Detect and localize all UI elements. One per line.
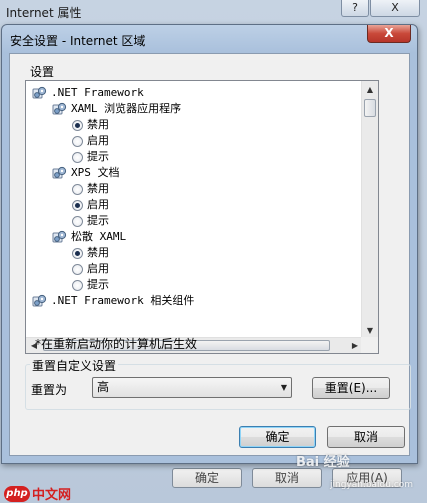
- radio-unselected-icon[interactable]: [72, 135, 83, 147]
- tree-option-8[interactable]: 提示: [72, 213, 109, 229]
- tree-item-label: 禁用: [87, 118, 109, 131]
- tree-category-1[interactable]: XAML 浏览器应用程序: [52, 101, 181, 117]
- php-watermark: php 中文网: [4, 484, 71, 503]
- radio-unselected-icon[interactable]: [72, 215, 83, 227]
- chevron-down-icon: ▼: [280, 383, 287, 392]
- tree-option-12[interactable]: 提示: [72, 277, 109, 293]
- tree-item-label: XAML 浏览器应用程序: [71, 102, 182, 115]
- dialog-title: 安全设置 - Internet 区域: [10, 34, 146, 48]
- tree-item-label: 松散 XAML: [71, 230, 127, 243]
- vertical-scroll-thumb[interactable]: [364, 99, 376, 117]
- ok-button[interactable]: 确定: [239, 426, 316, 448]
- reset-to-label: 重置为: [31, 383, 68, 397]
- reset-level-select[interactable]: 高 ▼: [92, 377, 292, 398]
- tree-option-4[interactable]: 提示: [72, 149, 109, 165]
- close-button[interactable]: X: [370, 0, 420, 17]
- tree-option-11[interactable]: 启用: [72, 261, 109, 277]
- tree-item-label: 启用: [87, 198, 109, 211]
- settings-listbox[interactable]: .NET Framework XAML 浏览器应用程序 禁用 启用 提示 XPS 文档 禁用…: [25, 80, 379, 354]
- tree-item-label: 启用: [87, 262, 109, 275]
- tree-item-label: 提示: [87, 150, 109, 163]
- tree-option-7[interactable]: 启用: [72, 197, 109, 213]
- reset-button[interactable]: 重置(E)...: [312, 377, 390, 399]
- tree-item-label: 启用: [87, 134, 109, 147]
- settings-gear-icon: [52, 230, 67, 244]
- scrollbar-corner: [361, 337, 378, 353]
- bg-cancel-button[interactable]: 取消: [252, 468, 322, 488]
- tree-item-label: XPS 文档: [71, 166, 120, 179]
- tree-item-label: 禁用: [87, 246, 109, 259]
- dialog-close-button[interactable]: X: [367, 25, 411, 43]
- tree-option-10[interactable]: 禁用: [72, 245, 109, 261]
- radio-unselected-icon[interactable]: [72, 263, 83, 275]
- bg-ok-button[interactable]: 确定: [172, 468, 242, 488]
- tree-option-2[interactable]: 禁用: [72, 117, 109, 133]
- baidu-watermark-url: jingyan.baidu.com: [330, 480, 414, 490]
- php-logo: php: [4, 485, 30, 502]
- settings-gear-icon: [32, 86, 47, 100]
- settings-gear-icon: [52, 166, 67, 180]
- tree-item-label: .NET Framework: [51, 86, 144, 99]
- php-watermark-text: 中文网: [32, 488, 72, 503]
- tree-item-label: 提示: [87, 214, 109, 227]
- radio-selected-icon[interactable]: [72, 119, 83, 131]
- reset-level-value: 高: [97, 380, 110, 394]
- settings-tree[interactable]: .NET Framework XAML 浏览器应用程序 禁用 启用 提示 XPS 文档 禁用…: [26, 81, 363, 339]
- tree-category-5[interactable]: XPS 文档: [52, 165, 120, 181]
- settings-gear-icon: [32, 294, 47, 308]
- settings-gear-icon: [52, 102, 67, 116]
- vertical-scrollbar[interactable]: ▲ ▼: [361, 81, 378, 339]
- internet-properties-title: Internet 属性: [6, 6, 82, 20]
- baidu-watermark: Bai 经验: [296, 455, 350, 470]
- radio-selected-icon[interactable]: [72, 247, 83, 259]
- radio-unselected-icon[interactable]: [72, 151, 83, 163]
- tree-item-label: .NET Framework 相关组件: [51, 294, 195, 307]
- tree-category-0[interactable]: .NET Framework: [32, 85, 144, 101]
- cancel-button[interactable]: 取消: [327, 426, 405, 448]
- tree-item-label: 禁用: [87, 182, 109, 195]
- tree-category-9[interactable]: 松散 XAML: [52, 229, 126, 245]
- restart-note: *在重新启动你的计算机后生效: [35, 337, 198, 351]
- radio-unselected-icon[interactable]: [72, 183, 83, 195]
- tree-option-6[interactable]: 禁用: [72, 181, 109, 197]
- settings-label: 设置: [30, 65, 55, 79]
- scroll-up-icon[interactable]: ▲: [362, 81, 378, 98]
- tree-item-label: 提示: [87, 278, 109, 291]
- tree-option-3[interactable]: 启用: [72, 133, 109, 149]
- reset-group-label: 重置自定义设置: [30, 357, 119, 374]
- radio-unselected-icon[interactable]: [72, 279, 83, 291]
- radio-selected-icon[interactable]: [72, 199, 83, 211]
- help-button[interactable]: ?: [341, 0, 369, 17]
- tree-category-13[interactable]: .NET Framework 相关组件: [32, 293, 194, 309]
